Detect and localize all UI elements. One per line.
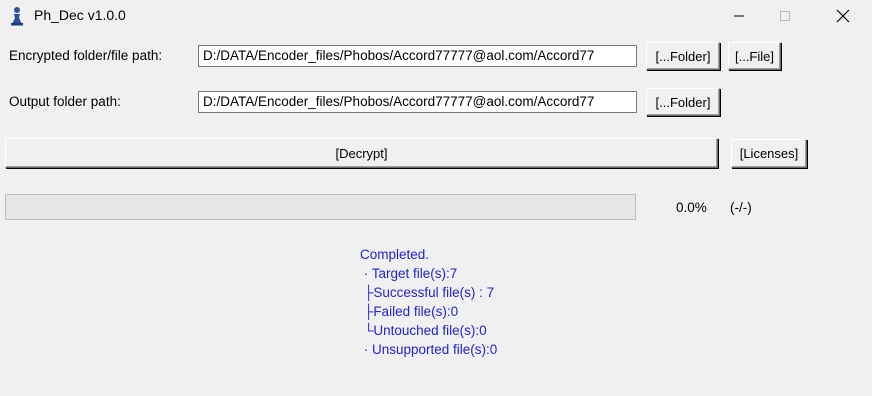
output-path-input[interactable]: D:/DATA/Encoder_files/Phobos/Accord77777… [198,91,637,113]
output-folder-button[interactable]: [...Folder] [646,88,720,116]
encrypted-path-input[interactable]: D:/DATA/Encoder_files/Phobos/Accord77777… [198,45,637,67]
progress-bar [5,194,636,220]
pawn-icon [11,7,23,26]
status-line: Completed. [360,247,430,262]
status-line: └Untouched file(s):0 [360,323,487,338]
decrypt-button[interactable]: [Decrypt] [5,138,718,168]
progress-count: (-/-) [730,200,752,215]
progress-percent: 0.0% [676,200,707,215]
minimize-icon [734,15,744,17]
maximize-icon [780,11,790,21]
encrypted-folder-button[interactable]: [...Folder] [646,42,720,70]
close-button[interactable] [820,0,866,32]
maximize-button[interactable] [762,0,808,32]
status-line: · Target file(s):7 [360,266,458,281]
minimize-button[interactable] [716,0,762,32]
licenses-button[interactable]: [Licenses] [731,139,807,168]
status-line: ├Successful file(s) : 7 [360,285,495,300]
status-line: · Unsupported file(s):0 [360,342,498,357]
encrypted-file-button[interactable]: [...File] [728,42,781,70]
status-panel: Completed. · Target file(s):7 ├Successfu… [360,245,497,359]
window-title: Ph_Dec v1.0.0 [34,7,126,23]
close-icon [836,9,850,23]
title-bar: Ph_Dec v1.0.0 [0,0,872,32]
status-line: ├Failed file(s):0 [360,304,459,319]
output-path-label: Output folder path: [9,94,121,109]
encrypted-path-label: Encrypted folder/file path: [9,48,163,63]
